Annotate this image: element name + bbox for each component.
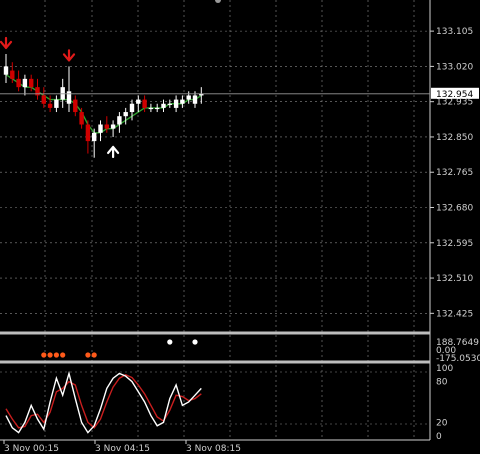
oscillator-dot-high (167, 339, 173, 345)
oscillator-dot-high (192, 339, 198, 345)
candle-body (47, 103, 53, 108)
candle-body (129, 103, 135, 113)
oscillator-dot-low (85, 352, 91, 358)
candle-body (10, 70, 15, 79)
oscillator-dot-low (91, 352, 97, 358)
candle-body (110, 124, 116, 129)
candle-body (148, 107, 154, 110)
candle-body (73, 99, 78, 113)
price-axis[interactable]: 133.105133.020132.935132.850132.765132.6… (430, 27, 473, 319)
candle-body (192, 95, 198, 104)
candle-body (29, 78, 34, 88)
candle-body (136, 99, 141, 104)
stochastic-tick-label: 100 (436, 364, 453, 374)
candle-body (155, 107, 160, 110)
time-tick-label: 3 Nov 08:15 (186, 444, 241, 454)
oscillator-dot-low (60, 352, 66, 358)
candle-body (173, 99, 179, 108)
candle-body (35, 87, 40, 96)
candle-body (142, 99, 147, 108)
candle-body (16, 78, 21, 88)
price-tick-label: 132.425 (436, 309, 473, 319)
price-tick-label: 132.595 (436, 239, 473, 249)
price-tick-label: 133.020 (436, 62, 473, 72)
candle-body (54, 99, 59, 108)
candle-body (3, 66, 9, 75)
stochastic-tick-label: 20 (436, 418, 448, 428)
candle-body (85, 124, 91, 142)
trading-chart[interactable]: 133.105133.020132.935132.850132.765132.6… (0, 0, 480, 454)
oscillator-tick-label: -175.0530 (436, 354, 480, 364)
candle-body (161, 103, 166, 108)
candle-body (79, 112, 84, 125)
candle-body (92, 132, 97, 142)
candle-body (117, 116, 122, 125)
oscillator-dot-low (53, 352, 60, 358)
time-tick-label: 3 Nov 00:15 (4, 444, 59, 454)
price-tick-label: 132.765 (436, 168, 473, 178)
candle-body (167, 103, 172, 105)
oscillator-dot-low (41, 352, 47, 358)
price-tick-label: 132.510 (436, 274, 473, 284)
candle-body (66, 91, 72, 104)
candle-body (104, 124, 109, 129)
stochastic-tick-label: 80 (436, 378, 448, 388)
candle-body (41, 95, 46, 104)
current-price-label: 132.954 (436, 90, 473, 100)
price-tick-label: 133.105 (436, 27, 473, 37)
candle-body (186, 95, 191, 100)
candle-body (22, 78, 28, 88)
price-tick-label: 132.680 (436, 204, 473, 214)
candle-body (123, 112, 128, 117)
stochastic-tick-label: 0 (436, 432, 442, 442)
candle-body (180, 99, 185, 104)
price-tick-label: 132.850 (436, 133, 473, 143)
time-tick-label: 3 Nov 04:15 (95, 444, 150, 454)
oscillator-dot-low (47, 352, 53, 358)
candle-body (60, 87, 65, 100)
candle-body (98, 124, 103, 133)
